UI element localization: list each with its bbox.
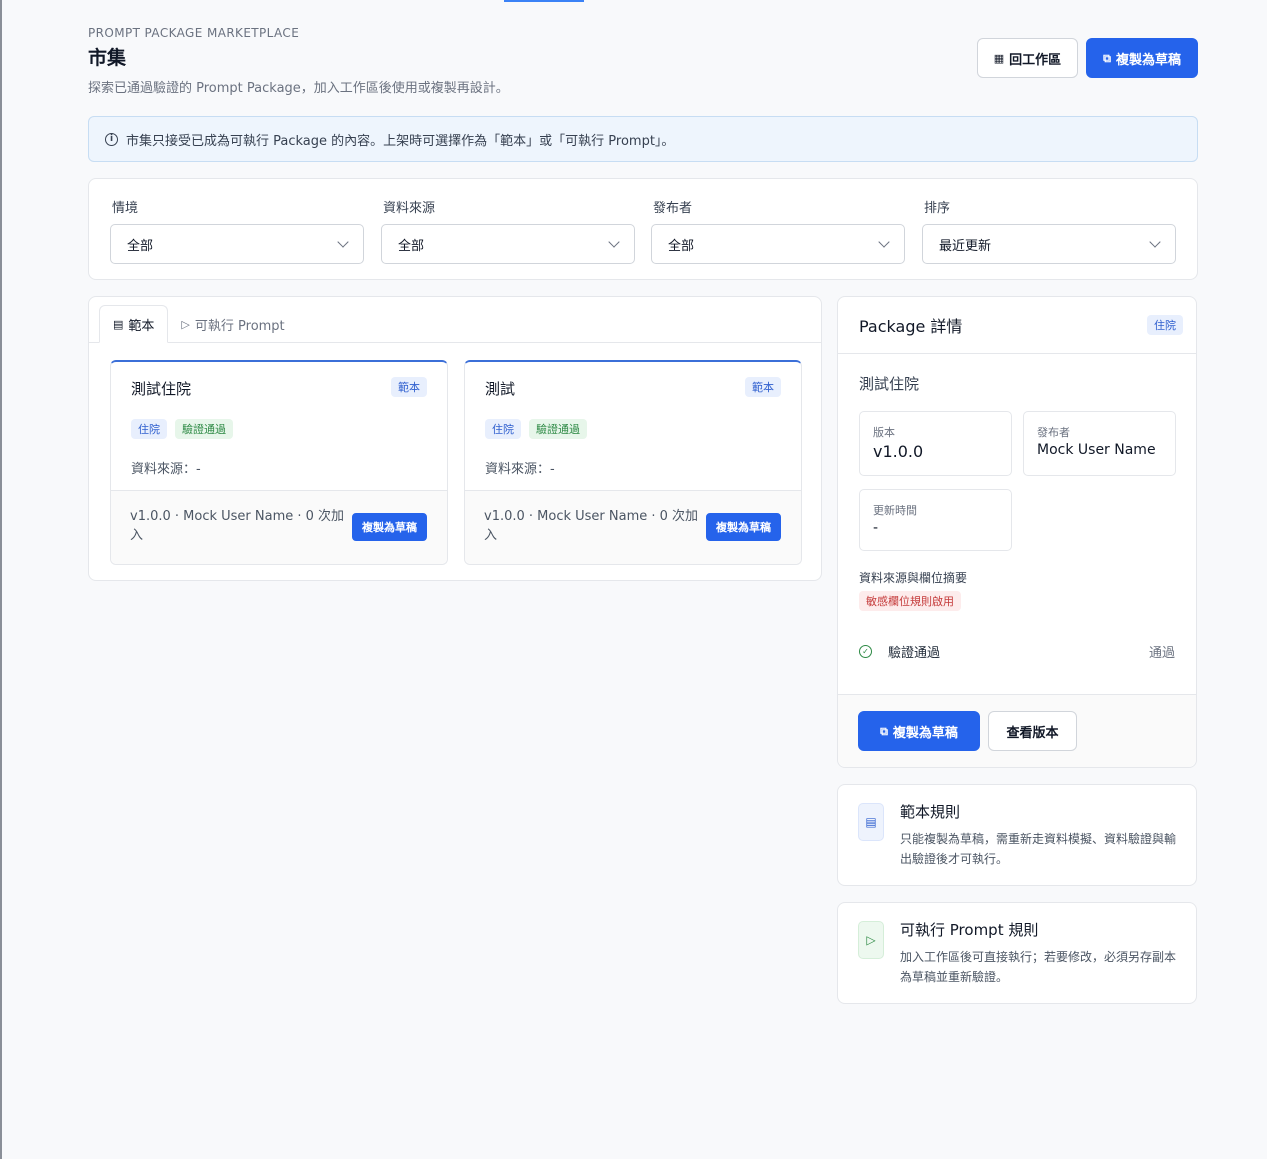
- select-value: 最近更新: [939, 238, 992, 254]
- select-value: 全部: [668, 238, 695, 254]
- updated-value: -: [873, 520, 879, 536]
- summary-label: 資料來源與欄位摘要: [859, 571, 968, 585]
- detail-title: Package 詳情: [859, 317, 963, 336]
- filter-label: 發布者: [653, 201, 693, 216]
- filter-scenario: 情境 全部: [110, 197, 364, 264]
- header-actions: ▦ 回工作區 ⧉ 複製為草稿: [976, 38, 1198, 78]
- copy-icon: ⧉: [1103, 51, 1111, 65]
- filter-label: 排序: [924, 201, 951, 216]
- rule-description: 加入工作區後可直接執行；若要修改，必須另存副本為草稿並重新驗證。: [900, 950, 1177, 984]
- card-copy-button[interactable]: 複製為草稿: [706, 513, 781, 541]
- card-tags: 住院 驗證通過: [485, 419, 587, 439]
- card-footer: v1.0.0 · Mock User Name · 0 次加入 複製為草稿: [465, 490, 801, 564]
- card-type-badge: 範本: [391, 377, 427, 397]
- card-footer: v1.0.0 · Mock User Name · 0 次加入 複製為草稿: [111, 490, 447, 564]
- validation-row: ✓ 驗證通過 通過: [859, 642, 1175, 661]
- rule-title: 可執行 Prompt 規則: [900, 921, 1039, 939]
- validation-status: 通過: [1148, 646, 1175, 661]
- card-meta: v1.0.0 · Mock User Name · 0 次加入: [130, 509, 345, 543]
- info-icon: i: [105, 132, 118, 146]
- card-data-source: 資料來源：-: [131, 462, 201, 477]
- card-title: 測試: [485, 380, 516, 398]
- tab-label: 可執行 Prompt: [194, 318, 285, 334]
- detail-scenario-badge: 住院: [1147, 315, 1183, 335]
- publisher-label: 發布者: [1037, 426, 1070, 439]
- detail-copy-button[interactable]: ⧉ 複製為草稿: [858, 711, 980, 751]
- filter-publisher: 發布者 全部: [651, 197, 905, 264]
- filter-label: 情境: [112, 201, 139, 216]
- grid-icon: ▦: [993, 51, 1005, 65]
- package-detail-panel: Package 詳情 住院 測試住院 版本 v1.0.0 發布者 Mock Us…: [837, 296, 1197, 768]
- card-type-badge: 範本: [745, 377, 781, 397]
- publisher-value: Mock User Name: [1037, 442, 1156, 458]
- sensitive-field-badge: 敏感欄位規則啟用: [859, 591, 961, 611]
- detail-copy-label: 複製為草稿: [892, 725, 958, 741]
- updated-label: 更新時間: [873, 504, 917, 517]
- play-icon: ▷: [181, 317, 190, 331]
- card-tags: 住院 驗證通過: [131, 419, 233, 439]
- play-icon: ▷: [858, 921, 884, 959]
- detail-header: Package 詳情 住院: [838, 297, 1196, 354]
- tab-bar: ▤ 範本 ▷ 可執行 Prompt: [99, 305, 298, 343]
- updated-box: 更新時間 -: [859, 489, 1012, 551]
- package-list-panel: ▤ 範本 ▷ 可執行 Prompt 測試住院 範本 住院 驗證通過 資料來源：-…: [88, 296, 822, 581]
- copy-as-draft-button[interactable]: ⧉ 複製為草稿: [1086, 38, 1198, 78]
- filter-sort: 排序 最近更新: [922, 197, 1176, 264]
- card-title: 測試住院: [131, 380, 192, 398]
- rule-description: 只能複製為草稿，需重新走資料模擬、資料驗證與輸出驗證後才可執行。: [900, 832, 1177, 866]
- detail-package-name: 測試住院: [859, 375, 920, 393]
- chevron-down-icon: [1149, 236, 1161, 248]
- version-box: 版本 v1.0.0: [859, 411, 1012, 476]
- tab-executable-prompt[interactable]: ▷ 可執行 Prompt: [168, 305, 297, 343]
- info-banner: i 市集只接受已成為可執行 Package 的內容。上架時可選擇作為「範本」或「…: [88, 116, 1198, 162]
- tab-label: 範本: [128, 318, 155, 334]
- executable-rule-card: ▷ 可執行 Prompt 規則 加入工作區後可直接執行；若要修改，必須另存副本為…: [837, 902, 1197, 1004]
- tab-template[interactable]: ▤ 範本: [99, 305, 169, 343]
- view-versions-button[interactable]: 查看版本: [988, 711, 1077, 751]
- package-card[interactable]: 測試住院 範本 住院 驗證通過 資料來源：- v1.0.0 · Mock Use…: [110, 360, 448, 565]
- filter-label: 資料來源: [383, 201, 436, 216]
- page-header: PROMPT PACKAGE MARKETPLACE 市集 探索已通過驗證的 P…: [88, 26, 1198, 96]
- tag-badge: 住院: [485, 419, 521, 439]
- template-icon: ▤: [858, 803, 884, 841]
- tag-badge: 驗證通過: [175, 419, 233, 439]
- copy-icon: ⧉: [880, 724, 888, 738]
- select-value: 全部: [127, 238, 154, 254]
- page-subtitle: 探索已通過驗證的 Prompt Package，加入工作區後使用或複製再設計。: [88, 81, 509, 96]
- top-accent-bar: [504, 0, 584, 2]
- back-to-workspace-button[interactable]: ▦ 回工作區: [976, 38, 1079, 78]
- template-icon: ▤: [113, 317, 124, 331]
- scenario-select[interactable]: 全部: [110, 224, 364, 264]
- sort-select[interactable]: 最近更新: [922, 224, 1176, 264]
- tag-badge: 住院: [131, 419, 167, 439]
- publisher-box: 發布者 Mock User Name: [1023, 411, 1176, 476]
- publisher-select[interactable]: 全部: [651, 224, 905, 264]
- template-rule-card: ▤ 範本規則 只能複製為草稿，需重新走資料模擬、資料驗證與輸出驗證後才可執行。: [837, 784, 1197, 886]
- tag-badge: 驗證通過: [529, 419, 587, 439]
- version-value: v1.0.0: [873, 442, 924, 461]
- chevron-down-icon: [878, 236, 890, 248]
- chevron-down-icon: [608, 236, 620, 248]
- version-label: 版本: [873, 426, 895, 439]
- check-circle-icon: ✓: [859, 645, 872, 658]
- card-copy-button[interactable]: 複製為草稿: [352, 513, 427, 541]
- validation-label: 驗證通過: [888, 646, 941, 661]
- data-source-select[interactable]: 全部: [381, 224, 635, 264]
- rule-title: 範本規則: [900, 803, 961, 821]
- detail-footer: ⧉ 複製為草稿 查看版本: [838, 694, 1196, 767]
- copy-as-draft-label: 複製為草稿: [1115, 52, 1181, 68]
- info-banner-text: 市集只接受已成為可執行 Package 的內容。上架時可選擇作為「範本」或「可執…: [126, 133, 675, 149]
- back-to-workspace-label: 回工作區: [1009, 52, 1062, 68]
- chevron-down-icon: [337, 236, 349, 248]
- card-data-source: 資料來源：-: [485, 462, 555, 477]
- card-meta: v1.0.0 · Mock User Name · 0 次加入: [484, 509, 699, 543]
- filter-data-source: 資料來源 全部: [381, 197, 635, 264]
- filter-panel: 情境 全部 資料來源 全部 發布者 全部 排序 最近更新: [88, 178, 1198, 280]
- package-card[interactable]: 測試 範本 住院 驗證通過 資料來源：- v1.0.0 · Mock User …: [464, 360, 802, 565]
- select-value: 全部: [398, 238, 425, 254]
